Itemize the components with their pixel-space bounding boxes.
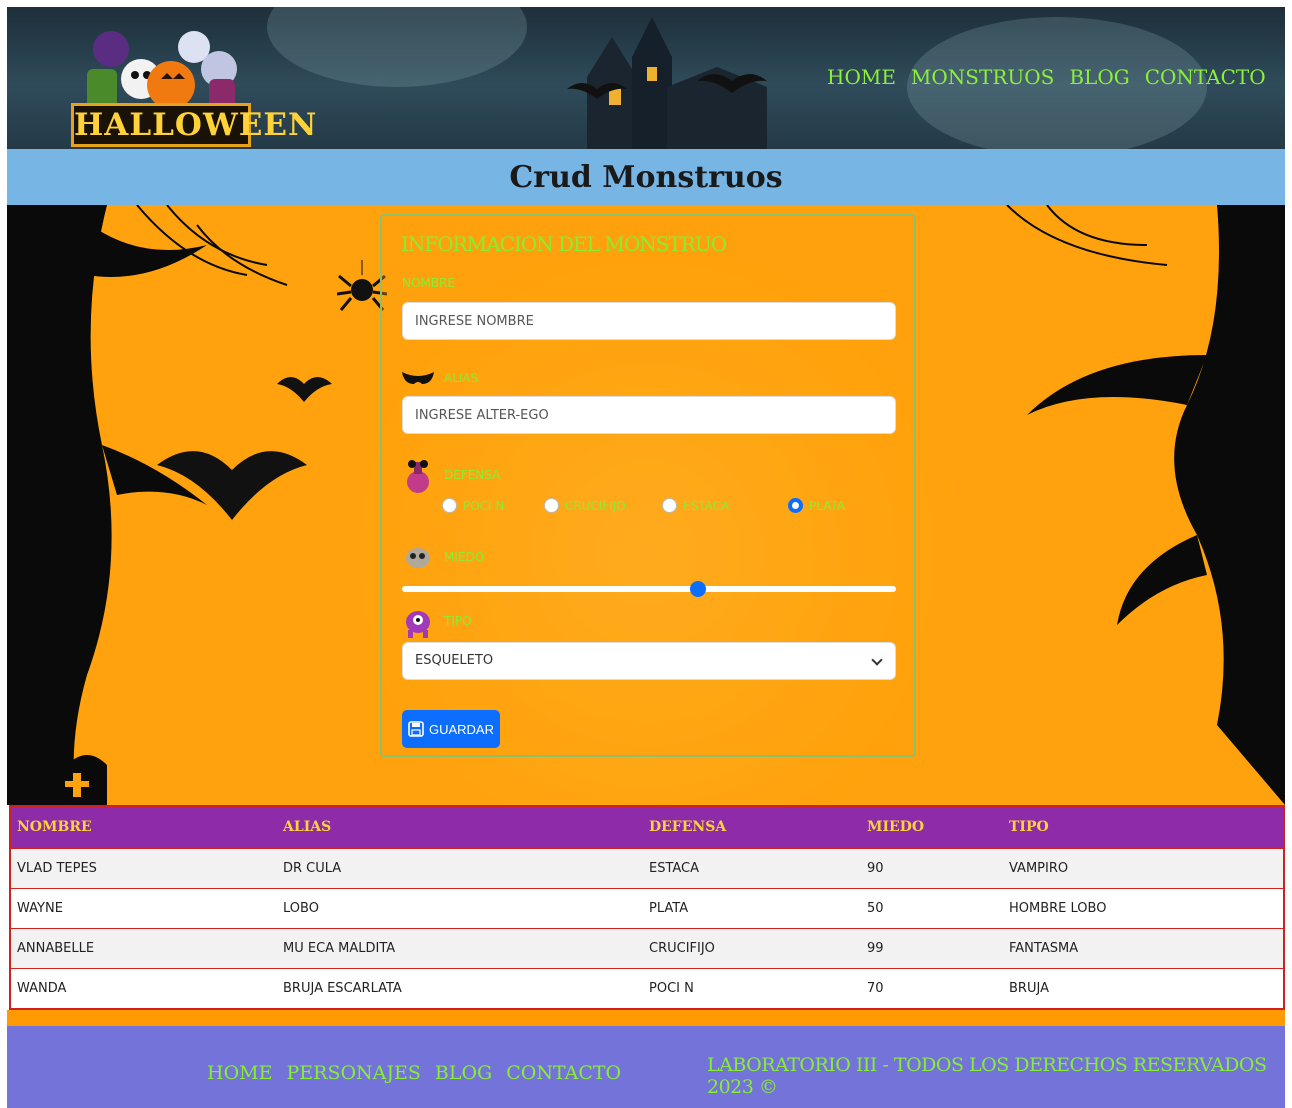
miedo-label: MIEDO (444, 550, 485, 564)
cell-defensa: POCI N (643, 967, 861, 1008)
main-nav: HOME MONSTRUOS BLOG CONTACTO (827, 65, 1266, 89)
col-header-alias: ALIAS (283, 819, 332, 836)
mask-icon (402, 372, 434, 384)
nombre-label: NOMBRE (402, 276, 455, 290)
defensa-option-estaca[interactable]: ESTACA (662, 498, 729, 513)
radio-label: ESTACA (683, 498, 730, 513)
ghost-icon (406, 548, 430, 568)
defensa-option-pocion[interactable]: POCI N (442, 498, 504, 513)
footer-nav: HOME PERSONAJES BLOG CONTACTO (207, 1062, 621, 1084)
page: HALLOWEEN HOME MONSTRUOS BLOG CONTACTO C… (0, 0, 1292, 1108)
miedo-slider-track[interactable] (402, 586, 896, 592)
cell-miedo: 50 (861, 887, 1003, 928)
copyright-text: LABORATORIO III - TODOS LOS DERECHOS RES… (707, 1054, 1267, 1098)
cell-tipo: BRUJA (1003, 967, 1283, 1008)
radio-label: CRUCIFIJO (565, 498, 626, 513)
radio-label: POCI N (463, 498, 505, 513)
nombre-input[interactable] (402, 302, 896, 340)
cell-miedo: 99 (861, 927, 1003, 968)
bat-icon (277, 377, 332, 402)
radio-pocion[interactable] (442, 498, 457, 513)
cell-nombre: VLAD TEPES (11, 847, 277, 888)
table-header-row: NOMBRE ALIAS DEFENSA MIEDO TIPO (11, 807, 1283, 848)
nav-contacto[interactable]: CONTACTO (1145, 65, 1266, 89)
cell-defensa: CRUCIFIJO (643, 927, 861, 968)
table-row[interactable]: ANNABELLE MU ECA MALDITA CRUCIFIJO 99 FA… (11, 927, 1283, 968)
save-button[interactable]: GUARDAR (402, 710, 500, 748)
cell-alias: DR CULA (277, 847, 643, 888)
cell-alias: LOBO (277, 887, 643, 928)
monster-form: INFORMACION DEL MONSTRUO NOMBRE ALIAS DE… (380, 214, 916, 757)
defensa-option-crucifijo[interactable]: CRUCIFIJO (544, 498, 626, 513)
monster-icon (406, 611, 430, 638)
header-cloud (267, 7, 527, 87)
cell-nombre: ANNABELLE (11, 927, 277, 968)
footer-nav-personajes[interactable]: PERSONAJES (286, 1062, 420, 1084)
cell-nombre: WANDA (11, 967, 277, 1008)
col-header-tipo: TIPO (1009, 819, 1049, 836)
potion-icon (407, 460, 429, 493)
footer: HOME PERSONAJES BLOG CONTACTO LABORATORI… (7, 1026, 1285, 1108)
nav-blog[interactable]: BLOG (1069, 65, 1129, 89)
cell-miedo: 70 (861, 967, 1003, 1008)
cell-defensa: ESTACA (643, 847, 861, 888)
alias-input[interactable] (402, 396, 896, 434)
footer-nav-blog[interactable]: BLOG (435, 1062, 492, 1084)
header: HALLOWEEN HOME MONSTRUOS BLOG CONTACTO (7, 7, 1285, 149)
cell-alias: MU ECA MALDITA (277, 927, 643, 968)
table-row[interactable]: VLAD TEPES DR CULA ESTACA 90 VAMPIRO (11, 847, 1283, 888)
radio-label: PLATA (809, 498, 846, 513)
logo-text: HALLOWEEN (71, 103, 316, 147)
floppy-disk-icon (408, 721, 424, 737)
bat-icon (567, 83, 627, 99)
cell-tipo: VAMPIRO (1003, 847, 1283, 888)
radio-estaca[interactable] (662, 498, 677, 513)
cell-alias: BRUJA ESCARLATA (277, 967, 643, 1008)
tipo-selected-value: ESQUELETO (415, 653, 494, 668)
cell-defensa: PLATA (643, 887, 861, 928)
cell-miedo: 90 (861, 847, 1003, 888)
nav-home[interactable]: HOME (827, 65, 896, 89)
col-header-defensa: DEFENSA (649, 819, 727, 836)
miedo-slider-thumb[interactable] (690, 581, 707, 597)
house-icon (57, 765, 97, 805)
table-row[interactable]: WAYNE LOBO PLATA 50 HOMBRE LOBO (11, 887, 1283, 928)
title-bar: Crud Monstruos (7, 149, 1285, 205)
page-title: Crud Monstruos (509, 159, 783, 195)
bat-icon (157, 451, 307, 520)
col-header-miedo: MIEDO (867, 819, 925, 836)
cell-nombre: WAYNE (11, 887, 277, 928)
alias-label: ALIAS (444, 371, 479, 385)
radio-crucifijo[interactable] (544, 498, 559, 513)
cell-tipo: FANTASMA (1003, 927, 1283, 968)
defensa-label: DEFENSA (444, 468, 501, 482)
save-label: GUARDAR (428, 721, 494, 737)
footer-nav-contacto[interactable]: CONTACTO (506, 1062, 621, 1084)
table-row[interactable]: WANDA BRUJA ESCARLATA POCI N 70 BRUJA (11, 967, 1283, 1008)
footer-nav-home[interactable]: HOME (207, 1062, 272, 1084)
radio-plata[interactable] (788, 498, 803, 513)
defensa-option-plata[interactable]: PLATA (788, 498, 845, 513)
cell-tipo: HOMBRE LOBO (1003, 887, 1283, 928)
tipo-label: TIPO (444, 614, 472, 628)
bat-icon (697, 74, 767, 93)
tipo-select[interactable]: ESQUELETO (402, 642, 896, 680)
form-legend: INFORMACION DEL MONSTRUO (401, 232, 727, 256)
chevron-down-icon (871, 654, 883, 666)
monsters-table: NOMBRE ALIAS DEFENSA MIEDO TIPO VLAD TEP… (9, 805, 1285, 1010)
decorative-strip (7, 1010, 1285, 1026)
col-header-nombre: NOMBRE (17, 819, 92, 836)
nav-monstruos[interactable]: MONSTRUOS (911, 65, 1054, 89)
right-tree-icon (1006, 205, 1285, 805)
